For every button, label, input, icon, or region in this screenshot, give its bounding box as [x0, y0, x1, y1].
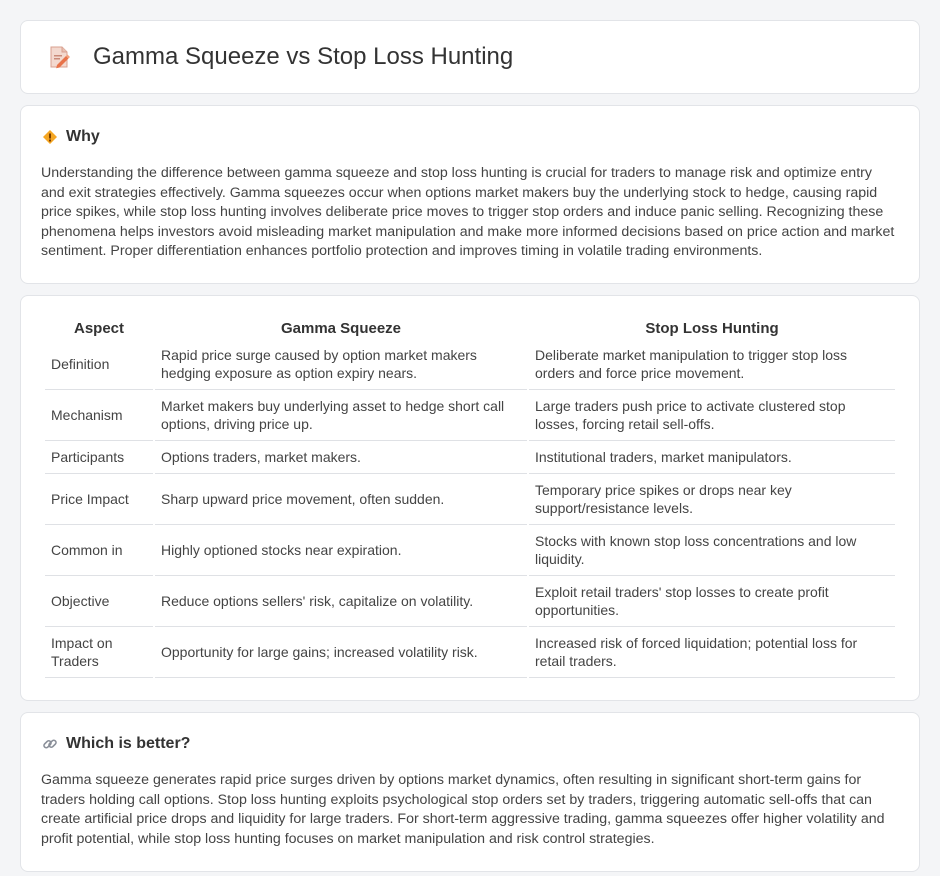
why-heading: Why [66, 128, 100, 145]
table-row: Mechanism Market makers buy underlying a… [45, 390, 895, 441]
which-better-section: Which is better? Gamma squeeze generates… [20, 712, 920, 872]
comparison-card: Aspect Gamma Squeeze Stop Loss Hunting D… [20, 295, 920, 701]
link-icon [41, 735, 59, 753]
row-gamma: Highly optioned stocks near expiration. [155, 525, 527, 576]
row-aspect: Objective [45, 576, 153, 627]
table-row: Objective Reduce options sellers' risk, … [45, 576, 895, 627]
row-stoploss: Large traders push price to activate clu… [529, 390, 895, 441]
row-aspect: Participants [45, 441, 153, 474]
row-gamma: Rapid price surge caused by option marke… [155, 339, 527, 390]
row-stoploss: Deliberate market manipulation to trigge… [529, 339, 895, 390]
row-gamma: Sharp upward price movement, often sudde… [155, 474, 527, 525]
diamond-warning-icon [41, 128, 59, 146]
row-aspect: Impact on Traders [45, 627, 153, 678]
row-aspect: Mechanism [45, 390, 153, 441]
why-section: Why Understanding the difference between… [20, 105, 920, 284]
comparison-table: Aspect Gamma Squeeze Stop Loss Hunting D… [43, 316, 897, 678]
row-stoploss: Increased risk of forced liquidation; po… [529, 627, 895, 678]
table-row: Impact on Traders Opportunity for large … [45, 627, 895, 678]
header-stop-loss-hunting: Stop Loss Hunting [645, 320, 779, 337]
row-aspect: Price Impact [45, 474, 153, 525]
header-card: Gamma Squeeze vs Stop Loss Hunting [20, 20, 920, 94]
which-better-heading: Which is better? [66, 735, 191, 752]
row-gamma: Options traders, market makers. [155, 441, 527, 474]
table-row: Participants Options traders, market mak… [45, 441, 895, 474]
page-title: Gamma Squeeze vs Stop Loss Hunting [93, 43, 514, 70]
table-header-row: Aspect Gamma Squeeze Stop Loss Hunting [45, 316, 895, 339]
row-aspect: Definition [45, 339, 153, 390]
row-stoploss: Temporary price spikes or drops near key… [529, 474, 895, 525]
row-stoploss: Exploit retail traders' stop losses to c… [529, 576, 895, 627]
row-gamma: Market makers buy underlying asset to he… [155, 390, 527, 441]
row-stoploss: Institutional traders, market manipulato… [529, 441, 895, 474]
row-gamma: Reduce options sellers' risk, capitalize… [155, 576, 527, 627]
row-stoploss: Stocks with known stop loss concentratio… [529, 525, 895, 576]
row-aspect: Common in [45, 525, 153, 576]
document-pen-icon [45, 43, 73, 71]
table-row: Definition Rapid price surge caused by o… [45, 339, 895, 390]
why-text: Understanding the difference between gam… [41, 165, 895, 260]
table-row: Price Impact Sharp upward price movement… [45, 474, 895, 525]
table-row: Common in Highly optioned stocks near ex… [45, 525, 895, 576]
header-aspect: Aspect [73, 320, 125, 337]
row-gamma: Opportunity for large gains; increased v… [155, 627, 527, 678]
header-gamma-squeeze: Gamma Squeeze [280, 320, 402, 337]
which-better-text: Gamma squeeze generates rapid price surg… [41, 772, 885, 847]
